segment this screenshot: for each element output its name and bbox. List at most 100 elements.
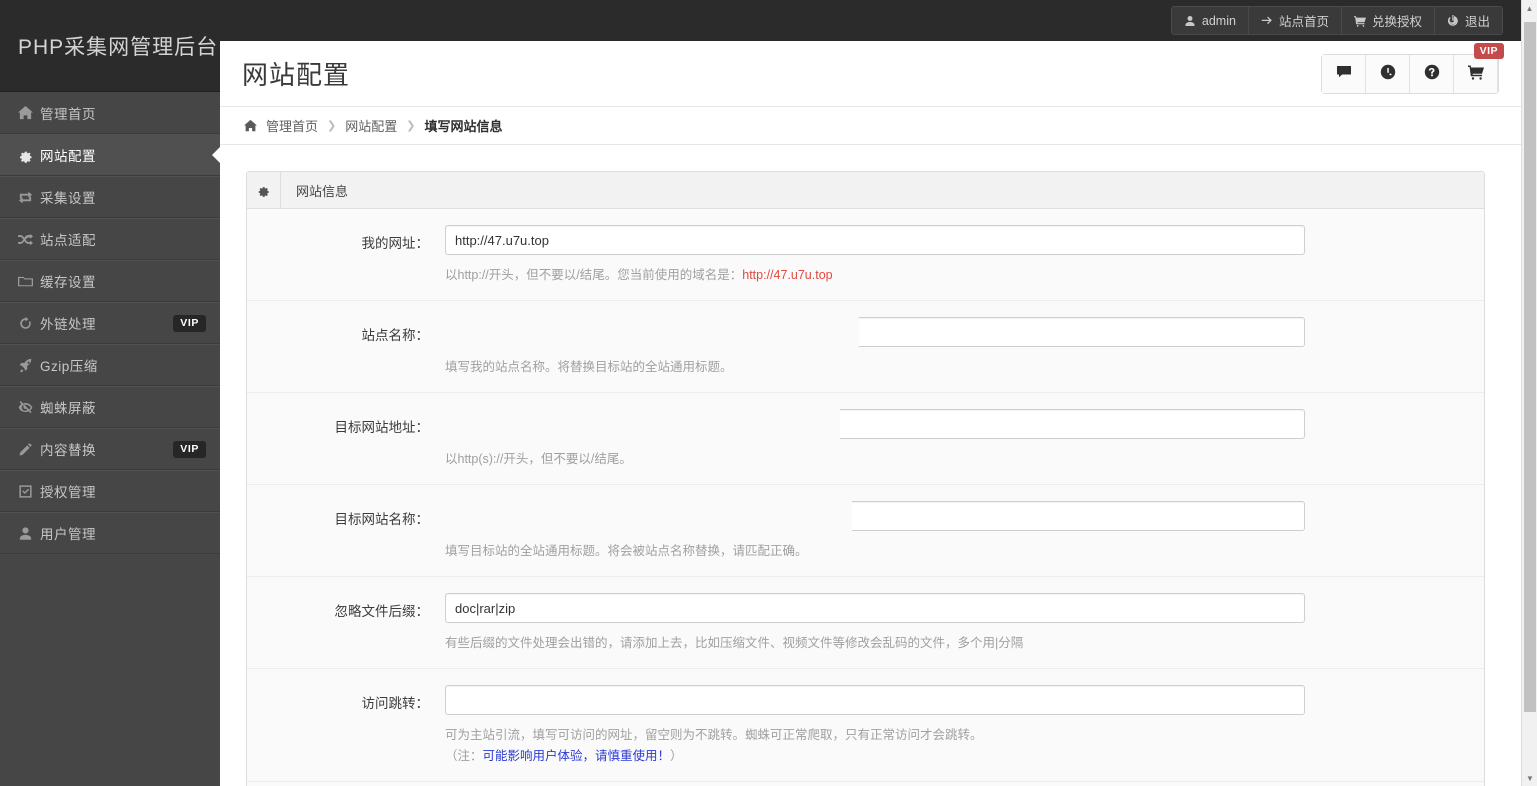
sidebar-vip-badge: VIP xyxy=(173,314,206,332)
help-link-blue[interactable]: 可能影响用户体验，请慎重使用！ xyxy=(483,749,671,763)
help-text-part: 填写目标站的全站通用标题。将会被站点名称替换，请匹配正确。 xyxy=(445,544,808,558)
header-action-question-circle[interactable] xyxy=(1410,54,1454,93)
field-input[interactable] xyxy=(445,685,1305,715)
sidebar-item-6[interactable]: 外链处理 VIP xyxy=(0,302,220,344)
refresh-icon xyxy=(18,316,40,331)
sidebar-item-label: 外链处理 xyxy=(40,317,96,332)
field-input[interactable] xyxy=(445,593,1305,623)
topnav-item-label: 站点首页 xyxy=(1278,15,1329,29)
breadcrumb: 管理首页 ❯ 网站配置 ❯ 填写网站信息 xyxy=(220,107,1521,145)
sidebar: PHP采集网管理后台 管理首页网站配置采集设置站点适配缓存设置外链处理 VIP Gz… xyxy=(0,0,220,786)
sidebar-item-label: 管理首页 xyxy=(40,106,96,122)
field-control: 可为主站引流，填写可访问的网址，留空则为不跳转。蜘蛛可正常爬取，只有正常访问才会… xyxy=(445,685,1484,767)
field-control: 有些后缀的文件处理会出错的，请添加上去，比如压缩文件、视频文件等修改会乱码的文件… xyxy=(445,593,1484,654)
power-icon xyxy=(1447,14,1459,27)
input-paint-mask xyxy=(445,409,840,439)
form-row: 站点名称： 填写我的站点名称。将替换目标站的全站通用标题。 xyxy=(247,301,1484,393)
field-help-text: 填写目标站的全站通用标题。将会被站点名称替换，请匹配正确。 xyxy=(445,541,1454,562)
sidebar-item-label: 用户管理 xyxy=(40,527,96,542)
topnav-item-4[interactable]: 退出 xyxy=(1434,7,1502,34)
arrow-right-icon xyxy=(1261,15,1273,27)
brand-logo[interactable]: PHP采集网管理后台 xyxy=(0,0,220,92)
panel-area: 网站信息 我的网址： 以http://开头，但不要以/结尾。您当前使用的域名是：h… xyxy=(220,145,1521,786)
help-link-red[interactable]: http://47.u7u.top xyxy=(742,268,832,282)
content-area: 网站配置 VIP 管理首页 ❯ 网站配置 ❯ 填写网站信息 网站信息 我的网址： 以htt… xyxy=(220,41,1521,786)
panel-header: 网站信息 xyxy=(247,172,1484,209)
comment-icon xyxy=(1336,64,1352,83)
sidebar-item-label: 内容替换 xyxy=(40,443,96,458)
scroll-up-arrow[interactable]: ▲ xyxy=(1522,0,1537,16)
sidebar-item-label: 网站配置 xyxy=(40,149,96,164)
help-text-part: 以http(s)://开头，但不要以/结尾。 xyxy=(445,452,632,466)
field-help-text: 填写我的站点名称。将替换目标站的全站通用标题。 xyxy=(445,357,1454,378)
breadcrumb-item-1[interactable]: 管理首页 xyxy=(266,116,318,135)
panel-title: 网站信息 xyxy=(296,183,349,199)
topnav-item-3[interactable]: 兑换授权 xyxy=(1341,7,1435,34)
sidebar-item-3[interactable]: 采集设置 xyxy=(0,176,220,218)
sidebar-item-4[interactable]: 站点适配 xyxy=(0,218,220,260)
help-text-part: 可为主站引流，填写可访问的网址，留空则为不跳转。蜘蛛可正常爬取，只有正常访问才会… xyxy=(445,728,983,742)
home-icon xyxy=(244,119,257,132)
field-help-text: 可为主站引流，填写可访问的网址，留空则为不跳转。蜘蛛可正常爬取，只有正常访问才会… xyxy=(445,725,1454,767)
field-input[interactable] xyxy=(445,225,1305,255)
page-scrollbar[interactable]: ▲ ▼ xyxy=(1521,0,1537,786)
field-input-wrapper[interactable] xyxy=(445,317,1305,347)
topnav-item-label: 退出 xyxy=(1464,15,1490,29)
input-paint-mask xyxy=(445,501,852,531)
pencil-icon xyxy=(18,442,40,457)
sidebar-item-9[interactable]: 内容替换 VIP xyxy=(0,428,220,470)
sidebar-item-2[interactable]: 网站配置 xyxy=(0,134,220,176)
help-text-part: 填写我的站点名称。将替换目标站的全站通用标题。 xyxy=(445,360,733,374)
help-text-part: 有些后缀的文件处理会出错的，请添加上去，比如压缩文件、视频文件等修改会乱码的文件… xyxy=(445,636,1024,650)
user-icon xyxy=(18,526,40,541)
field-help-text: 以http://开头，但不要以/结尾。您当前使用的域名是：http://47.u… xyxy=(445,265,1454,286)
header-action-cart[interactable] xyxy=(1454,54,1498,93)
field-input-wrapper[interactable] xyxy=(445,409,1305,439)
field-help-text: 有些后缀的文件处理会出错的，请添加上去，比如压缩文件、视频文件等修改会乱码的文件… xyxy=(445,633,1454,654)
check-square-icon xyxy=(18,484,40,499)
cart-icon xyxy=(1353,15,1366,27)
sidebar-item-8[interactable]: 蜘蛛屏蔽 xyxy=(0,386,220,428)
header-action-clock[interactable] xyxy=(1366,54,1410,93)
header-action-group: VIP xyxy=(1321,42,1504,94)
field-label: 目标网站名称： xyxy=(334,512,430,527)
folder-icon xyxy=(18,274,40,289)
form-actions: 保存重置 xyxy=(247,782,1484,786)
vip-badge: VIP xyxy=(1473,42,1504,59)
field-label: 目标网站地址： xyxy=(334,420,430,435)
rocket-icon xyxy=(18,357,40,373)
field-control: 填写我的站点名称。将替换目标站的全站通用标题。 xyxy=(445,317,1484,378)
brand-title: PHP采集网管理后台 xyxy=(18,35,219,59)
sidebar-item-5[interactable]: 缓存设置 xyxy=(0,260,220,302)
topnav-item-2[interactable]: 站点首页 xyxy=(1248,7,1342,34)
eye-slash-icon xyxy=(18,400,40,415)
sidebar-item-7[interactable]: Gzip压缩 xyxy=(0,344,220,386)
sidebar-nav: 管理首页 网站配置 采集设置 站点适配 缓存设置 外链处理 VIP Gzip压缩 蜘蛛屏蔽 内容替… xyxy=(0,92,220,554)
repeat-icon xyxy=(18,190,40,205)
field-label: 访问跳转： xyxy=(361,696,430,711)
sidebar-item-label: 缓存设置 xyxy=(40,275,96,290)
breadcrumb-item-2[interactable]: 网站配置 xyxy=(345,116,397,135)
sidebar-item-11[interactable]: 用户管理 xyxy=(0,512,220,554)
topbar: admin 站点首页 兑换授权 退出 xyxy=(220,0,1521,41)
sidebar-item-label: Gzip压缩 xyxy=(40,359,98,374)
scrollbar-thumb[interactable] xyxy=(1524,22,1536,712)
sidebar-item-label: 站点适配 xyxy=(40,233,96,248)
field-control: 填写目标站的全站通用标题。将会被站点名称替换，请匹配正确。 xyxy=(445,501,1484,562)
sidebar-item-10[interactable]: 授权管理 xyxy=(0,470,220,512)
header-action-comment[interactable] xyxy=(1322,54,1366,93)
gear-icon xyxy=(247,172,281,208)
help-text-part: 以http://开头，但不要以/结尾。您当前使用的域名是： xyxy=(445,268,743,282)
field-input-wrapper[interactable] xyxy=(445,501,1305,531)
help-text-part: （注： xyxy=(445,749,483,763)
field-control: 以http://开头，但不要以/结尾。您当前使用的域名是：http://47.u… xyxy=(445,225,1484,286)
home-icon xyxy=(18,105,40,120)
sidebar-item-1[interactable]: 管理首页 xyxy=(0,92,220,134)
sidebar-item-label: 授权管理 xyxy=(40,485,96,500)
gear-icon xyxy=(18,148,40,163)
scroll-down-arrow[interactable]: ▼ xyxy=(1522,770,1537,786)
topnav-item-1[interactable]: admin xyxy=(1171,7,1249,34)
form-row: 访问跳转： 可为主站引流，填写可访问的网址，留空则为不跳转。蜘蛛可正常爬取，只有正… xyxy=(247,669,1484,782)
user-icon xyxy=(1184,15,1196,27)
help-text-suffix: ） xyxy=(670,749,683,763)
